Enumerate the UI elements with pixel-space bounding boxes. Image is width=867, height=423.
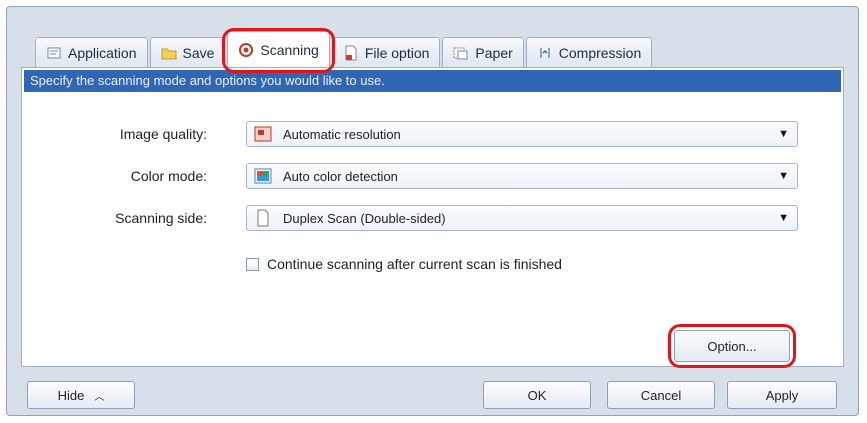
chevron-up-icon: ︿ (94, 391, 105, 403)
image-quality-select[interactable]: Automatic resolution ▼ (246, 121, 798, 147)
hide-label: Hide (57, 387, 85, 403)
hide-button[interactable]: Hide ︿ (27, 381, 135, 409)
tab-strip: Application Save Scanning File option Pa… (35, 28, 654, 73)
tab-label: Application (68, 44, 137, 61)
tab-label: Scanning (260, 41, 319, 58)
resolution-icon (253, 125, 273, 143)
chevron-down-icon: ▼ (778, 212, 789, 224)
folder-icon (161, 45, 177, 61)
tab-paper[interactable]: Paper (442, 37, 524, 67)
scanning-icon (238, 42, 254, 58)
image-quality-label: Image quality: (119, 126, 207, 142)
ok-button[interactable]: OK (483, 381, 591, 409)
color-mode-value: Auto color detection (283, 168, 398, 184)
scanning-side-select[interactable]: Duplex Scan (Double-sided) ▼ (246, 205, 798, 231)
compression-icon (537, 45, 553, 61)
scanning-side-row: Scanning side: (22, 203, 227, 233)
continue-scanning-label: Continue scanning after current scan is … (267, 256, 562, 272)
option-button[interactable]: Option... (674, 330, 790, 362)
continue-scanning-option[interactable]: Continue scanning after current scan is … (246, 256, 562, 272)
color-mode-label: Color mode: (130, 168, 207, 184)
tab-label: Compression (558, 44, 642, 61)
tab-label: Save (182, 44, 215, 61)
chevron-down-icon: ▼ (778, 170, 789, 182)
tab-scanning[interactable]: Scanning (222, 28, 336, 73)
file-option-icon (343, 45, 359, 61)
panel-description: Specify the scanning mode and options yo… (24, 70, 841, 92)
tab-compression[interactable]: Compression (525, 37, 653, 67)
application-icon (46, 45, 62, 61)
cancel-button[interactable]: Cancel (607, 381, 715, 409)
tab-save[interactable]: Save (149, 37, 226, 67)
duplex-icon (253, 209, 273, 227)
chevron-down-icon: ▼ (778, 128, 789, 140)
color-mode-select[interactable]: Auto color detection ▼ (246, 163, 798, 189)
tab-application[interactable]: Application (35, 37, 148, 67)
scanning-panel: Specify the scanning mode and options yo… (21, 67, 844, 368)
scanning-side-value: Duplex Scan (Double-sided) (283, 210, 446, 226)
scanning-side-label: Scanning side: (115, 210, 207, 226)
image-quality-row: Image quality: (22, 119, 227, 149)
scanner-settings-window: Application Save Scanning File option Pa… (6, 6, 859, 416)
apply-button[interactable]: Apply (727, 381, 837, 409)
color-detection-icon (253, 167, 273, 185)
continue-scanning-checkbox[interactable] (246, 257, 259, 271)
tab-label: File option (364, 44, 430, 61)
image-quality-value: Automatic resolution (283, 126, 401, 142)
paper-icon (453, 45, 469, 61)
tab-label: Paper (475, 44, 513, 61)
tab-file-option[interactable]: File option (331, 37, 441, 67)
color-mode-row: Color mode: (22, 161, 227, 191)
